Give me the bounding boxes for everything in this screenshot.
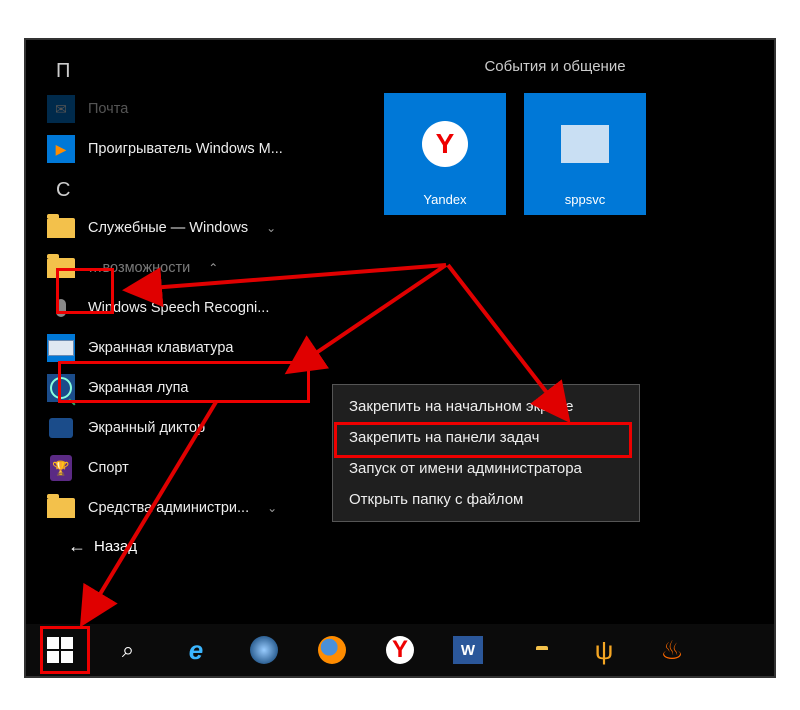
mic-icon <box>46 293 76 323</box>
app-item-onscreen-keyboard[interactable]: Экранная клавиатура <box>46 328 336 368</box>
tile-label: Yandex <box>423 192 466 207</box>
taskbar-yandex[interactable]: Y <box>382 632 418 668</box>
taskbar-search[interactable]: ⌕ <box>110 632 146 668</box>
keyboard-icon <box>46 333 76 363</box>
app-label: …возможности <box>88 260 190 276</box>
app-item-sport[interactable]: Спорт <box>46 448 336 488</box>
app-label: Средства администри... <box>88 500 249 516</box>
app-item-admin-tools[interactable]: Средства администри... ⌄ <box>46 488 336 528</box>
context-item-open-folder[interactable]: Открыть папку с файлом <box>333 484 639 515</box>
section-letter-s[interactable]: С <box>46 169 336 208</box>
yandex-icon: Y <box>386 636 414 664</box>
app-item-speech-recognition[interactable]: Windows Speech Recogni... <box>46 288 336 328</box>
start-button[interactable] <box>42 632 78 668</box>
taskbar-browser[interactable] <box>246 632 282 668</box>
app-label: Windows Speech Recogni... <box>88 300 269 316</box>
tile-label: sppsvc <box>565 192 605 207</box>
word-icon: W <box>453 636 483 664</box>
tiles-group-header[interactable]: События и общение <box>356 50 754 93</box>
start-icon <box>47 637 73 663</box>
tile-yandex[interactable]: Y Yandex <box>384 93 506 215</box>
taskbar-ie[interactable]: e <box>178 632 214 668</box>
chevron-down-icon: ⌄ <box>267 501 277 515</box>
magnifier-icon <box>46 373 76 403</box>
taskbar-explorer[interactable] <box>518 632 554 668</box>
back-button[interactable]: ← Назад <box>46 528 336 557</box>
folder-icon <box>46 213 76 243</box>
browser-icon <box>250 636 278 664</box>
section-letter-p[interactable]: П <box>46 50 336 89</box>
ie-icon: e <box>189 635 203 666</box>
app-label: Экранная лупа <box>88 380 188 396</box>
search-icon: ⌕ <box>122 637 134 663</box>
app-label: Экранная клавиатура <box>88 340 233 356</box>
context-item-pin-taskbar[interactable]: Закрепить на панели задач <box>333 422 639 453</box>
sppsvc-icon <box>561 125 609 163</box>
folder-icon <box>46 493 76 523</box>
arrow-left-icon: ← <box>68 536 86 557</box>
app-item-narrator[interactable]: Экранный диктор <box>46 408 336 448</box>
psi-icon: ψ <box>595 635 614 666</box>
burn-icon: ♨ <box>660 635 683 666</box>
yandex-icon: Y <box>422 121 468 167</box>
taskbar-firefox[interactable] <box>314 632 350 668</box>
app-item-mail[interactable]: ✉ Почта <box>46 89 336 129</box>
firefox-icon <box>318 636 346 664</box>
app-list: П ✉ Почта Проигрыватель Windows M... С С… <box>26 40 336 624</box>
app-item-wmplayer[interactable]: Проигрыватель Windows M... <box>46 129 336 169</box>
app-label: Спорт <box>88 460 129 476</box>
taskbar-word[interactable]: W <box>450 632 486 668</box>
trophy-icon <box>46 453 76 483</box>
taskbar-psi[interactable]: ψ <box>586 632 622 668</box>
app-label: Проигрыватель Windows M... <box>88 141 283 157</box>
app-label: Служебные — Windows <box>88 220 248 236</box>
taskbar-burn[interactable]: ♨ <box>654 632 690 668</box>
app-label: Почта <box>88 101 128 117</box>
app-item-ease-of-access[interactable]: …возможности ⌃ <box>46 248 336 288</box>
wmplayer-icon <box>46 134 76 164</box>
context-item-run-admin[interactable]: Запуск от имени администратора <box>333 453 639 484</box>
chevron-down-icon: ⌄ <box>266 221 276 235</box>
narrator-icon <box>46 413 76 443</box>
context-item-pin-start[interactable]: Закрепить на начальном экране <box>333 391 639 422</box>
app-label: Экранный диктор <box>88 420 205 436</box>
start-menu: П ✉ Почта Проигрыватель Windows M... С С… <box>26 40 774 624</box>
folder-icon <box>46 253 76 283</box>
tile-sppsvc[interactable]: sppsvc <box>524 93 646 215</box>
app-item-system-tools[interactable]: Служебные — Windows ⌄ <box>46 208 336 248</box>
taskbar: ⌕ e Y W ψ ♨ <box>26 624 774 676</box>
start-menu-window: П ✉ Почта Проигрыватель Windows M... С С… <box>24 38 776 678</box>
app-item-magnifier[interactable]: Экранная лупа <box>46 368 336 408</box>
context-menu: Закрепить на начальном экране Закрепить … <box>332 384 640 522</box>
back-label: Назад <box>94 538 137 555</box>
tiles-area: События и общение Y Yandex sppsvc <box>336 40 774 624</box>
chevron-up-icon: ⌃ <box>208 261 218 275</box>
mail-icon: ✉ <box>46 94 76 124</box>
